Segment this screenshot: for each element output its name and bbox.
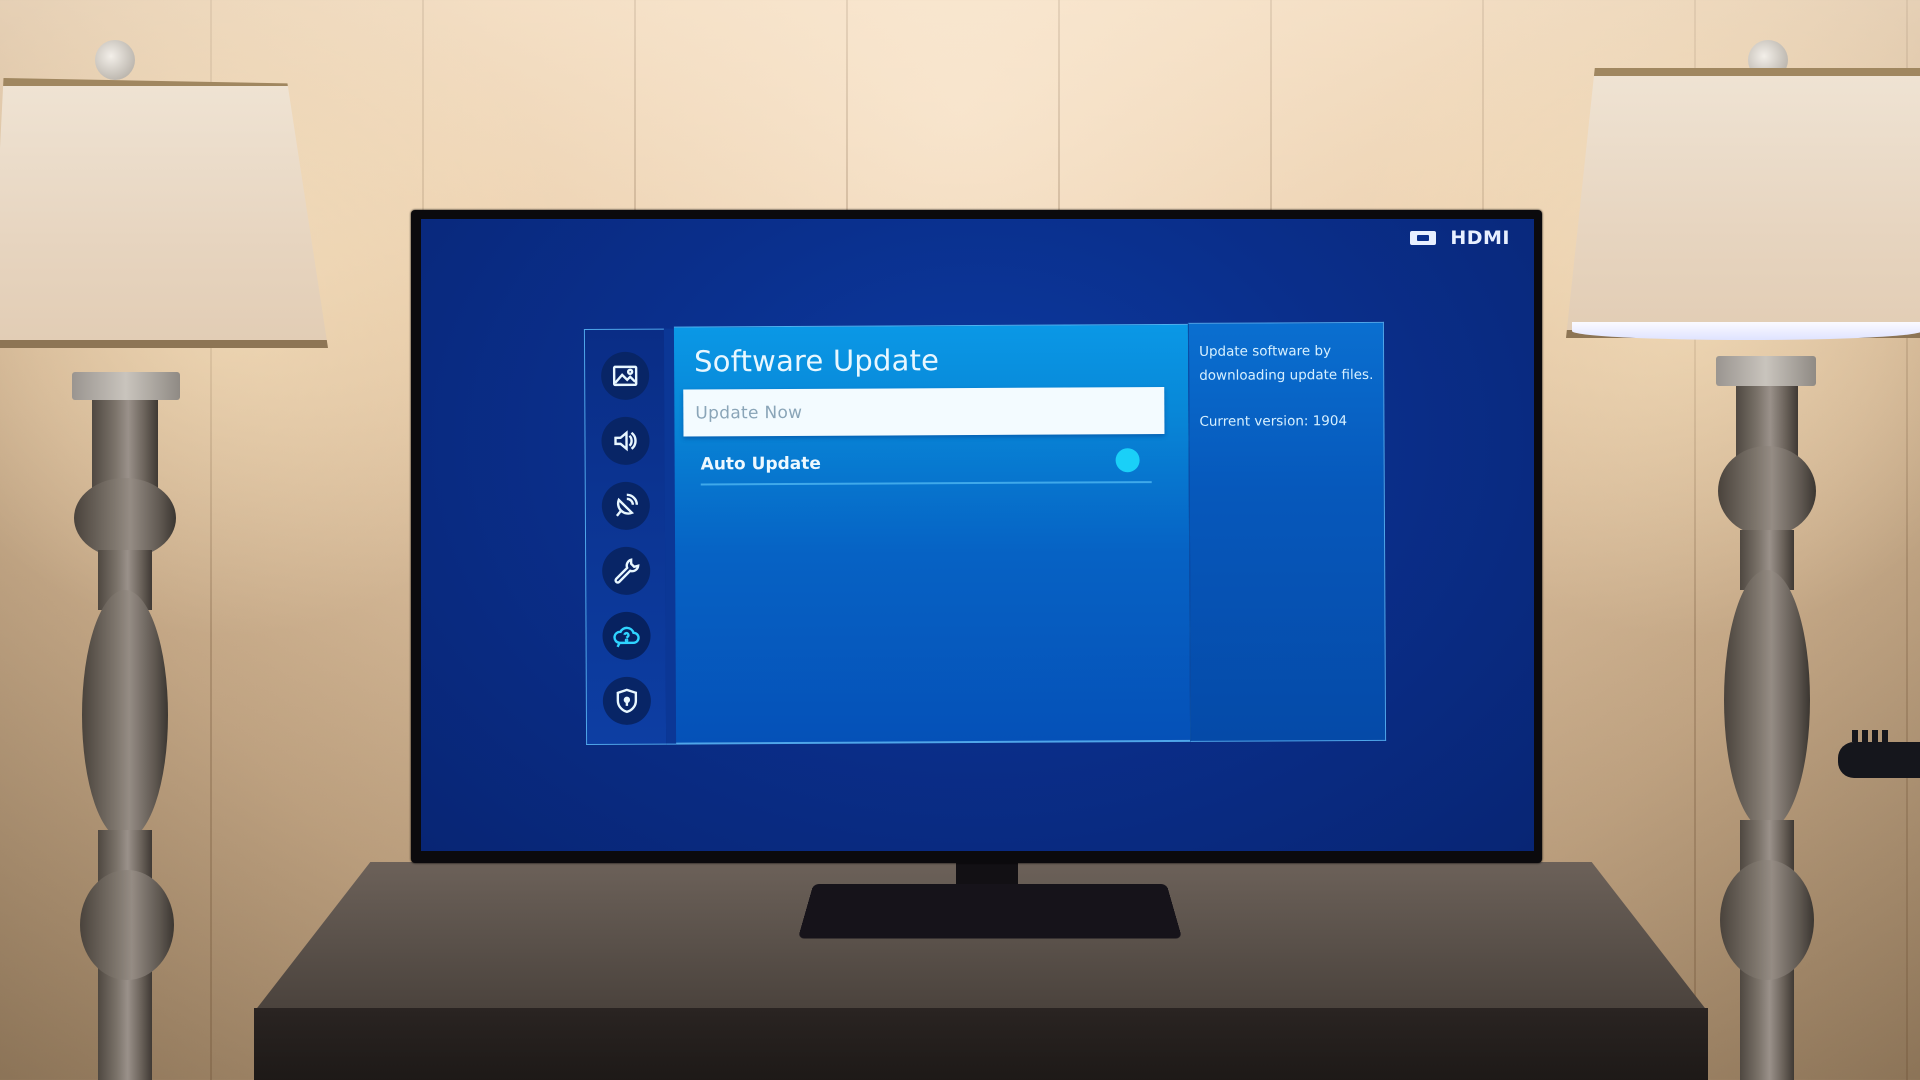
- wall-mounted-remote: [1838, 730, 1920, 778]
- description-panel: Update software by downloading update fi…: [1187, 321, 1387, 742]
- sidebar-item-broadcasting[interactable]: [601, 481, 650, 530]
- menu-item-update-now[interactable]: Update Now: [683, 387, 1165, 437]
- page-title: Software Update: [694, 343, 940, 379]
- satellite-dish-icon: [615, 493, 639, 517]
- menu-item-auto-update[interactable]: Auto Update: [700, 443, 1152, 486]
- tv-stand-base: [797, 883, 1183, 939]
- sound-icon: [614, 430, 637, 452]
- auto-update-toggle[interactable]: [1115, 448, 1140, 473]
- content-panel: Software Update Update Now Auto Update: [673, 323, 1191, 745]
- source-indicator: HDMI: [1410, 227, 1510, 249]
- settings-menu: Software Update Update Now Auto Update U…: [583, 321, 1387, 746]
- tv-console-front: [254, 1008, 1708, 1080]
- sidebar-item-picture[interactable]: [601, 351, 650, 400]
- menu-item-label: Auto Update: [700, 453, 821, 475]
- cloud-question-icon: [613, 626, 640, 648]
- source-label: HDMI: [1450, 227, 1510, 249]
- tv-screen: HDMI Software Update Update Now Auto Upd…: [421, 219, 1534, 851]
- menu-item-label: Update Now: [695, 402, 803, 423]
- wrench-icon: [614, 558, 640, 584]
- sidebar-item-general[interactable]: [602, 546, 651, 595]
- shield-lock-icon: [616, 688, 638, 714]
- sidebar-item-sound[interactable]: [601, 416, 650, 465]
- current-version: Current version: 1904: [1199, 413, 1348, 430]
- description-text: Update software by downloading update fi…: [1199, 343, 1374, 384]
- sidebar-item-privacy[interactable]: [602, 676, 651, 725]
- hdmi-port-icon: [1410, 231, 1437, 245]
- settings-sidebar: [583, 328, 667, 746]
- sidebar-item-support[interactable]: [602, 611, 651, 660]
- lamp-left: [0, 0, 340, 1080]
- picture-icon: [612, 365, 638, 387]
